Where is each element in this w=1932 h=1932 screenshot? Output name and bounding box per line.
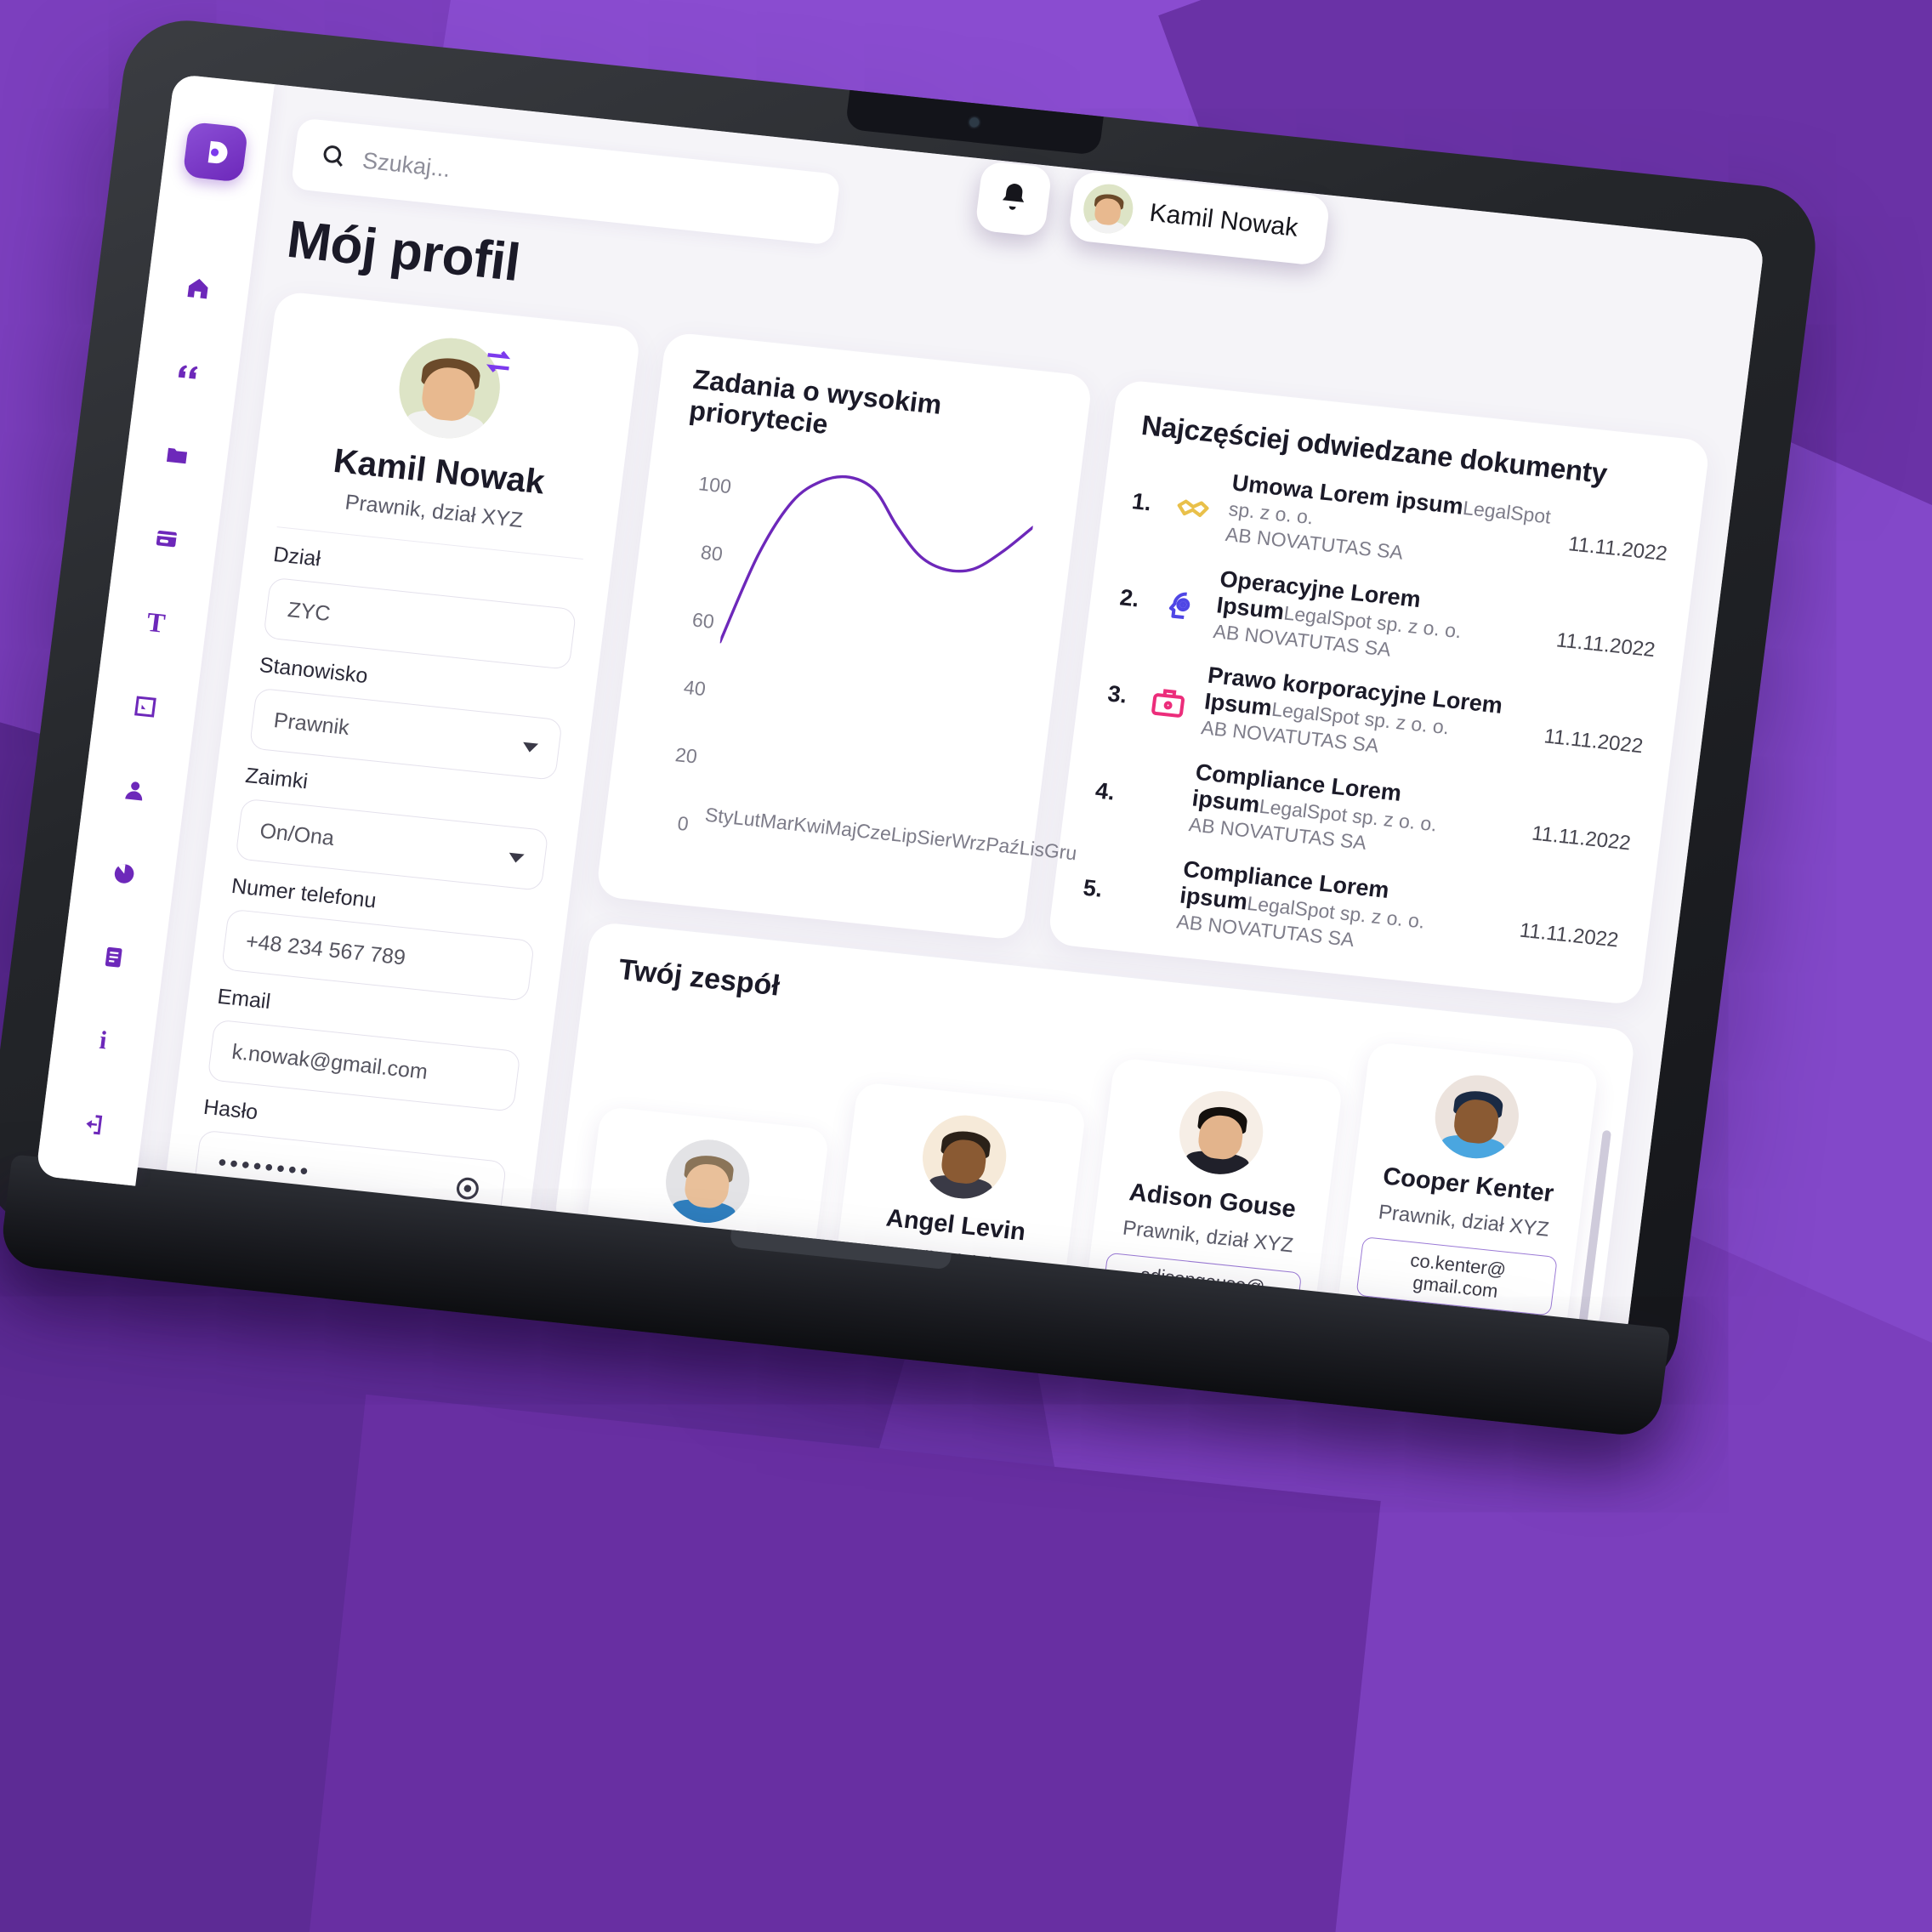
document-icon-placeholder: [1126, 850, 1172, 895]
document-info: Compliance Lorem ipsumLegalSpot sp. z o.…: [1187, 759, 1523, 872]
top-row: Zadania o wysokim priorytecie 0 20 40 60 80 1…: [595, 331, 1711, 1006]
tasks-chart-card: Zadania o wysokim priorytecie 0 20 40 60 80 1…: [595, 331, 1094, 941]
field-telefon: Numer telefonu +48 234 567 789: [220, 874, 539, 1002]
chart-x-tick: Lut: [731, 806, 762, 832]
swap-photo-icon[interactable]: [480, 343, 518, 380]
handshake-icon: [1174, 464, 1220, 518]
document-index: 5.: [1082, 874, 1105, 902]
avatar: [1174, 1087, 1269, 1179]
profile-column: Kamil Nowak Prawnik, dział XYZ Dział ZYC: [147, 290, 642, 1344]
sidebar-item-user-icon[interactable]: [102, 759, 168, 821]
field-email: Email k.nowak@gmail.com: [207, 985, 525, 1112]
chart-y-tick: 40: [682, 675, 707, 701]
document-index: 4.: [1094, 777, 1117, 805]
document-date: 11.11.2022: [1530, 821, 1633, 855]
field-value: Prawnik: [272, 707, 351, 740]
field-value: +48 234 567 789: [244, 929, 407, 969]
head-gear-icon: [1162, 560, 1208, 619]
document-index: 3.: [1105, 680, 1129, 709]
chart-x-tick: Sty: [703, 803, 735, 828]
chevron-down-icon: [521, 742, 539, 753]
chart-x-tick: Lis: [1018, 836, 1046, 861]
chart-y-tick: 80: [699, 541, 724, 565]
sidebar-item-cards[interactable]: [134, 509, 200, 570]
sidebar-item-home[interactable]: [165, 258, 231, 319]
chart-x-tick: Sier: [915, 825, 953, 851]
field-stanowisko: Stanowisko Prawnik: [248, 653, 567, 781]
app-logo-icon[interactable]: [182, 121, 249, 183]
sidebar-item-logout-icon[interactable]: [60, 1094, 126, 1156]
screen: T i Szukaj... Mój profil Kamil Nowak Pra…: [35, 73, 1765, 1344]
document-info: Prawo korporacyjne Lorem IpsumLegalSpot …: [1200, 662, 1536, 775]
document-date: 11.11.2022: [1566, 532, 1669, 566]
chart-x-tick: Cze: [855, 819, 893, 845]
profile-avatar-row: [290, 322, 609, 454]
avatar: [1429, 1071, 1524, 1162]
sidebar-item-info-icon[interactable]: i: [70, 1010, 136, 1071]
search-placeholder: Szukaj...: [361, 147, 452, 182]
document-date: 11.11.2022: [1554, 628, 1656, 662]
sidebar-item-document-icon[interactable]: [81, 927, 147, 988]
most-visited-documents-card: Najczęściej odwiedzane dokumenty 1. Umowa…: [1047, 378, 1711, 1006]
right-column: Zadania o wysokim priorytecie 0 20 40 60 80 1…: [553, 331, 1711, 1340]
content-columns: Kamil Nowak Prawnik, dział XYZ Dział ZYC: [147, 290, 1711, 1344]
document-date: 11.11.2022: [1518, 918, 1620, 952]
bell-icon: [995, 179, 1031, 219]
avatar: [1080, 181, 1136, 236]
field-zaimki: Zaimki On/Ona: [235, 764, 553, 891]
documents-list: 1. Umowa Lorem ipsumLegalSpot sp. z o. o.…: [1079, 460, 1673, 981]
field-value: ZYC: [286, 597, 332, 626]
chart-x-tick: Kwi: [792, 812, 827, 838]
laptop-mockup: T i Szukaj... Mój profil Kamil Nowak Pra…: [0, 14, 1823, 1439]
avatar: [918, 1111, 1012, 1203]
chart-x-tick: Mar: [759, 809, 796, 835]
document-info: Operacyjne Lorem IpsumLegalSpot sp. z o.…: [1212, 565, 1548, 678]
app-window: T i Szukaj... Mój profil Kamil Nowak Pra…: [35, 73, 1765, 1344]
chart-y-tick: 0: [676, 811, 690, 835]
sidebar-item-pie-chart-icon[interactable]: [91, 843, 157, 904]
chart-x-tick: Paź: [984, 832, 1021, 859]
sidebar-item-quotes[interactable]: [155, 341, 221, 402]
chart-y-tick: 60: [690, 608, 716, 633]
sidebar-item-edit-square-icon[interactable]: [112, 676, 179, 737]
field-value: On/Ona: [259, 818, 336, 850]
avatar: [661, 1135, 755, 1227]
document-index: 1.: [1130, 488, 1153, 516]
chart-x-axis: Sty Lut Mar Kwi Maj Cze Lip Sier Wrz Paź Lis Gru: [703, 803, 1078, 865]
document-info: Umowa Lorem ipsumLegalSpot sp. z o. o. AB…: [1224, 469, 1560, 581]
chart-line: [719, 459, 1037, 676]
document-info: Compliance Lorem ipsumLegalSpot sp. z o.…: [1175, 856, 1511, 969]
sidebar-item-folders[interactable]: [144, 425, 210, 486]
chart-title: Zadania o wysokim priorytecie: [687, 363, 944, 440]
search-icon: [319, 141, 348, 173]
field-value: k.nowak@gmail.com: [230, 1039, 429, 1084]
chevron-down-icon: [508, 852, 525, 864]
chart-x-tick: Maj: [823, 815, 858, 842]
chart-y-tick: 20: [673, 743, 699, 768]
sidebar-item-text-icon[interactable]: T: [123, 592, 190, 653]
main-content: Szukaj... Mój profil Kamil Nowak Prawnik…: [135, 84, 1765, 1344]
chart-x-tick: Lip: [889, 822, 919, 848]
team-member-card[interactable]: Cooper Kenter Prawnik, dział XYZ co.kenter…: [1336, 1041, 1600, 1338]
chart-x-tick: Gru: [1043, 838, 1078, 865]
chart-y-tick: 100: [696, 472, 733, 498]
document-date: 11.11.2022: [1543, 724, 1645, 759]
notifications-button[interactable]: [974, 160, 1053, 237]
briefcase-icon: [1151, 656, 1196, 719]
user-name: Kamil Nowak: [1148, 198, 1300, 242]
chart-plot-area: 0 20 40 60 80 100 Sty Lut Mar Kwi Maj Cze Lip Sier Wr…: [638, 448, 1078, 865]
document-icon-placeholder: [1138, 753, 1184, 798]
document-index: 2.: [1118, 584, 1141, 612]
chart-x-tick: Wrz: [950, 829, 988, 855]
toggle-password-visibility-icon[interactable]: [452, 1173, 484, 1204]
field-dzial: Dział ZYC: [263, 543, 581, 670]
